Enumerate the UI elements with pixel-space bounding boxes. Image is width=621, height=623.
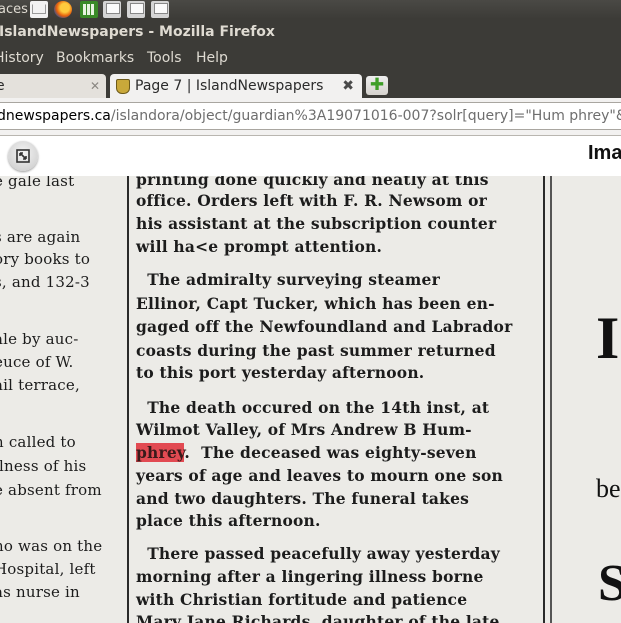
text-span: . The deceased was eighty-seven [184, 443, 477, 462]
text-line: gaged off the Newfoundland and Labrador [136, 317, 513, 336]
text-line: n called to [0, 433, 76, 451]
tab-label: e [0, 78, 5, 94]
text-line: printing done quickly and neatly at this [136, 176, 489, 189]
text-line: no was on the [0, 537, 103, 555]
column-divider [127, 176, 129, 623]
tab-page-7[interactable]: Page 7 | IslandNewspapers ✖ [110, 74, 362, 98]
menu-bookmarks[interactable]: Bookmarks [56, 45, 134, 72]
viewer-heading: Ima [588, 142, 621, 164]
menu-bar: History Bookmarks Tools Help [0, 45, 621, 72]
close-icon[interactable]: ✕ [90, 74, 100, 98]
tab-strip: e ✕ Page 7 | IslandNewspapers ✖ ✚ [0, 72, 621, 98]
text-line: coasts during the past summer returned [136, 341, 496, 360]
text-line: as nurse in [0, 583, 80, 601]
text-line: s, and 132-3 [0, 273, 90, 291]
text-line: years of age and leaves to mourn one son [136, 466, 504, 485]
text-line: his assistant at the subscription counte… [136, 214, 497, 233]
printer-icon[interactable] [103, 1, 121, 18]
text-line: will ha<e prompt attention. [136, 237, 383, 256]
text-line: Wilmot Valley, of Mrs Andrew B Hum- [136, 420, 472, 439]
text-line: and two daughters. The funeral takes [136, 489, 470, 508]
text-line: morning after a lingering illness borne [136, 567, 484, 586]
text-line: The admiralty surveying steamer [136, 270, 440, 289]
close-icon[interactable]: ✖ [342, 74, 354, 98]
system-top-panel: aces [0, 0, 621, 19]
text-line: Ellinor, Capt Tucker, which has been en- [136, 294, 495, 313]
text-line: s are again [0, 228, 81, 246]
text-line: Mary Jane Richards, daughter of the late [136, 612, 500, 623]
workspace-label: aces [0, 2, 28, 17]
headline-fragment: I [596, 305, 620, 371]
fullscreen-icon [16, 149, 30, 163]
navigation-bar: dnewspapers.ca/islandora/object/guardian… [0, 98, 621, 136]
text-line: The death occured on the 14th inst, at [136, 398, 490, 417]
url-path: /islandora/object/guardian%3A19071016-00… [110, 108, 621, 124]
menu-help[interactable]: Help [196, 45, 228, 72]
mail-icon[interactable] [30, 1, 48, 18]
menu-tools[interactable]: Tools [147, 45, 182, 72]
viewer-toolbar: Ima [0, 136, 621, 176]
menu-history[interactable]: History [0, 45, 44, 72]
tab-label: Page 7 | IslandNewspapers [135, 78, 324, 94]
printer-icon[interactable] [151, 1, 169, 18]
text-line: e absent from [0, 481, 102, 499]
url-host: dnewspapers.ca [0, 108, 111, 124]
text-line: to this port yesterday afternoon. [136, 363, 425, 382]
text-line: with Christian fortitude and patience [136, 590, 468, 609]
url-input[interactable]: dnewspapers.ca/islandora/object/guardian… [0, 102, 621, 130]
favicon-icon [116, 79, 130, 94]
column-divider [550, 176, 552, 623]
window-titlebar: IslandNewspapers - Mozilla Firefox [0, 19, 621, 45]
text-line: ale by auc- [0, 330, 79, 348]
text-line: place this afternoon. [136, 511, 321, 530]
text-line: Hospital, left [0, 560, 96, 578]
text-line: e gale last [0, 176, 75, 190]
fullscreen-button[interactable] [8, 141, 38, 171]
window-title: IslandNewspapers - Mozilla Firefox [0, 24, 275, 40]
text-line: ail terrace, [0, 376, 80, 394]
text-line: There passed peacefully away yesterday [136, 544, 500, 563]
printer-icon[interactable] [127, 1, 145, 18]
search-highlight: phrey [136, 443, 185, 462]
column-divider [543, 176, 545, 623]
text-line: llness of his [0, 457, 87, 475]
text-line: phrey. The deceased was eighty-seven [136, 443, 477, 462]
headline-fragment: be [596, 474, 621, 503]
tab-previous[interactable]: e ✕ [0, 74, 106, 98]
spreadsheet-icon[interactable] [80, 1, 98, 18]
new-tab-button[interactable]: ✚ [366, 76, 388, 95]
headline-fragment: S [598, 555, 621, 612]
text-line: euce of W. [0, 353, 74, 371]
text-line: office. Orders left with F. R. Newsom or [136, 191, 487, 210]
text-line: ory books to [0, 250, 91, 268]
newspaper-image[interactable]: e gale last s are again ory books to s, … [0, 176, 621, 623]
firefox-icon[interactable] [54, 1, 72, 18]
